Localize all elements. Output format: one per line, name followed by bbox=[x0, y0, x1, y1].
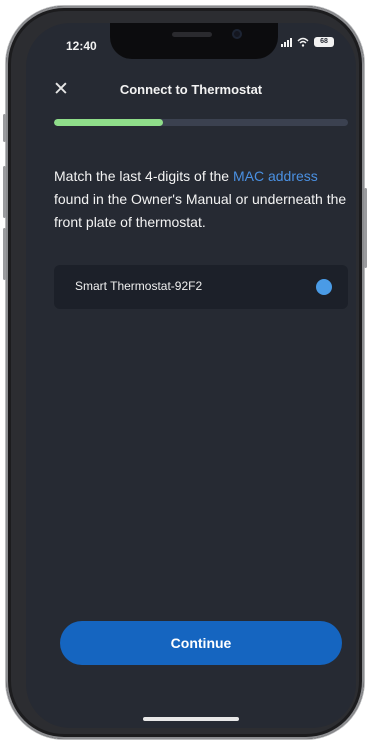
device-name: Smart Thermostat-92F2 bbox=[75, 279, 203, 293]
silent-switch bbox=[3, 114, 6, 142]
selected-radio-icon[interactable] bbox=[316, 279, 332, 295]
front-camera bbox=[232, 29, 242, 39]
instruction-text: Match the last 4-digits of the MAC addre… bbox=[54, 165, 354, 234]
volume-down-button bbox=[3, 228, 6, 280]
power-button bbox=[364, 188, 367, 268]
instruction-text-end: found in the Owner's Manual or underneat… bbox=[54, 191, 347, 230]
mac-address-link[interactable]: MAC address bbox=[233, 168, 318, 184]
notch bbox=[110, 23, 278, 59]
wifi-icon bbox=[297, 37, 309, 47]
continue-button[interactable]: Continue bbox=[60, 621, 342, 665]
volume-up-button bbox=[3, 166, 6, 218]
home-indicator bbox=[143, 717, 239, 721]
page-title: Connect to Thermostat bbox=[119, 82, 263, 97]
cellular-signal-icon bbox=[281, 37, 292, 47]
progress-bar bbox=[54, 119, 348, 126]
device-option[interactable]: Smart Thermostat-92F2 bbox=[54, 265, 348, 309]
progress-bar-fill bbox=[54, 119, 163, 126]
status-time: 12:40 bbox=[66, 39, 97, 53]
status-icons: 68 bbox=[281, 37, 334, 47]
battery-icon: 68 bbox=[314, 37, 334, 47]
instruction-text-start: Match the last 4-digits of the bbox=[54, 168, 233, 184]
speaker-grille bbox=[172, 32, 212, 37]
header: ✕ Connect to Thermostat bbox=[26, 79, 356, 103]
screen: 12:40 68 ✕ Connect to Thermostat Match t… bbox=[26, 23, 356, 728]
phone-frame: 12:40 68 ✕ Connect to Thermostat Match t… bbox=[3, 6, 367, 739]
